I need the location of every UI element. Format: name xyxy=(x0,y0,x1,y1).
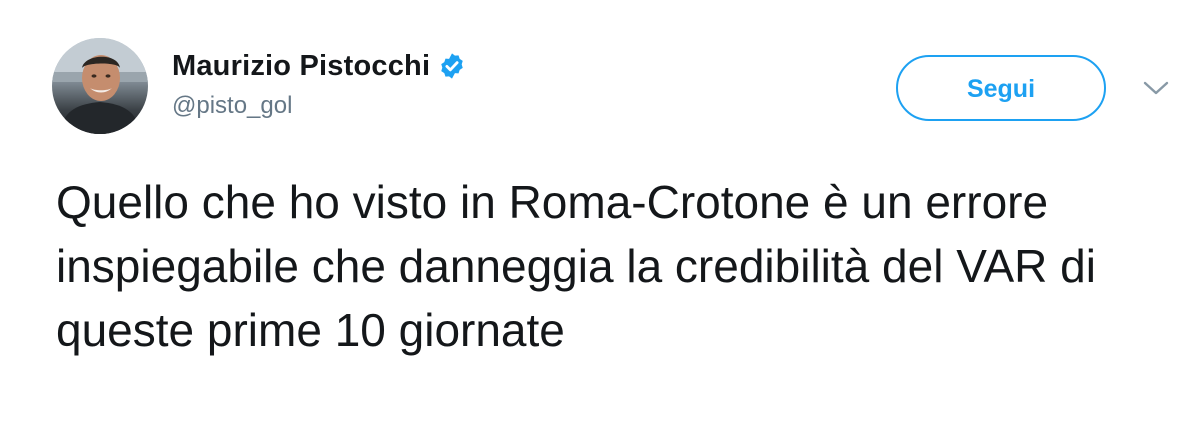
avatar[interactable] xyxy=(52,38,148,134)
tweet-author: Maurizio Pistocchi @pisto_gol xyxy=(172,46,466,120)
author-name-row: Maurizio Pistocchi xyxy=(172,46,466,86)
tweet-card: Maurizio Pistocchi @pisto_gol Segui Quel… xyxy=(0,0,1200,440)
author-handle[interactable]: @pisto_gol xyxy=(172,92,466,120)
avatar-photo-icon xyxy=(52,38,148,134)
chevron-down-icon[interactable] xyxy=(1140,76,1172,100)
author-display-name[interactable]: Maurizio Pistocchi xyxy=(172,50,430,83)
follow-button[interactable]: Segui xyxy=(896,55,1106,121)
verified-badge-icon xyxy=(438,52,466,80)
tweet-text: Quello che ho visto in Roma-Crotone è un… xyxy=(56,176,1096,356)
